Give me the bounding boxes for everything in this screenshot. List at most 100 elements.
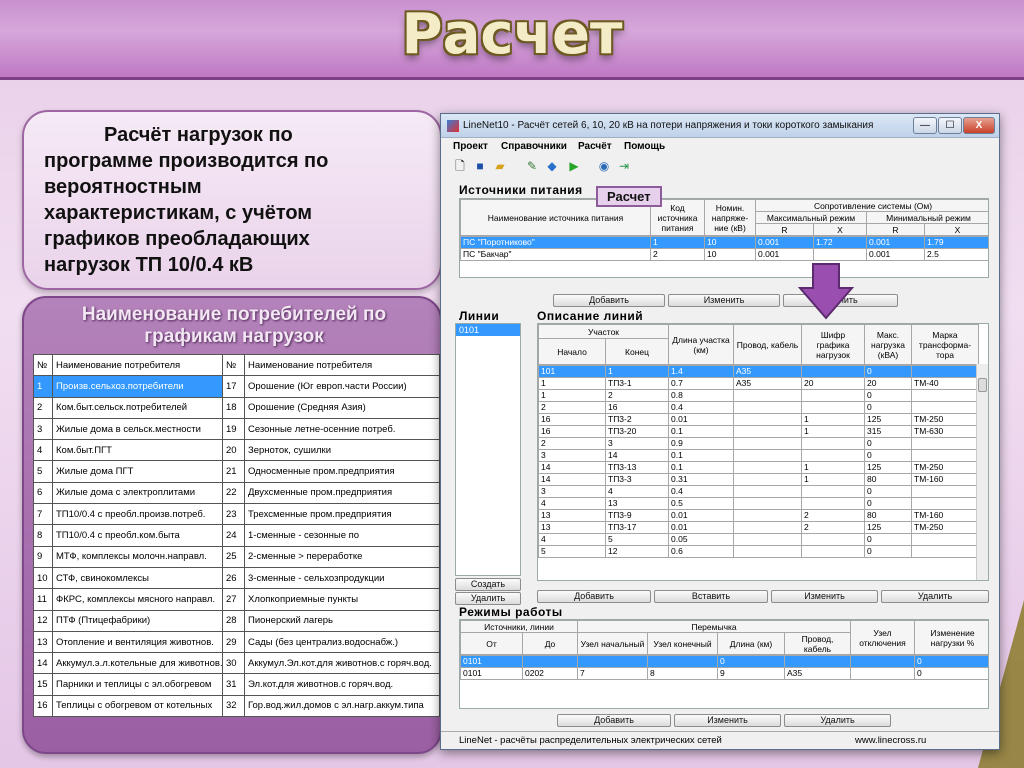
table-cell: 0 [864, 485, 912, 498]
table-cell: 13 [538, 521, 606, 534]
exit-icon[interactable]: ⇥ [617, 159, 631, 173]
table-cell: 22 [222, 481, 245, 505]
table-cell [801, 401, 865, 414]
table-row[interactable]: 4 Ком.быт.ПГТ 20 Зерноток, сушилки [33, 439, 440, 462]
table-row[interactable]: 5 Жилые дома ПГТ 21 Односменные пром.предпр… [33, 460, 440, 483]
new-file-icon[interactable]: 🗋 [453, 159, 467, 173]
col-length: Длина участка (км) [668, 324, 734, 365]
desc-insert-button[interactable]: Вставить [654, 590, 768, 603]
modes-edit-button[interactable]: Изменить [674, 714, 781, 727]
line-description-scrollbar[interactable] [976, 364, 988, 580]
menu-references[interactable]: Справочники [501, 141, 567, 152]
modes-add-button[interactable]: Добавить [557, 714, 671, 727]
table-row[interactable]: 14 Аккумул.э.л.котельные для животнов. 30 А… [33, 652, 440, 675]
table-row[interactable]: 13 ТП3-9 0.01 2 80 ТМ-160 [538, 509, 979, 522]
table-row[interactable]: 1 ТП3-1 0.7 А35 20 20 ТМ-40 [538, 377, 979, 390]
table-row[interactable]: 16 ТП3-2 0.01 1 125 ТМ-250 [538, 413, 979, 426]
window-title: LineNet10 - Расчёт сетей 6, 10, 20 кВ на… [463, 120, 874, 131]
table-cell [801, 497, 865, 510]
table-cell: 8 [647, 667, 718, 680]
toolbar: 🗋 ■ ▰ ✎ ◆ ▶ ◉ ⇥ [441, 158, 999, 176]
table-row[interactable]: 14 ТП3-13 0.1 1 125 ТМ-250 [538, 461, 979, 474]
table-row[interactable]: 2 3 0.9 0 [538, 437, 979, 450]
save-icon[interactable]: ■ [473, 159, 487, 173]
table-row[interactable]: 1 Произв.сельхоз.потребители 17 Орошение (Ю… [33, 375, 440, 398]
table-row[interactable]: 4 13 0.5 0 [538, 497, 979, 510]
table-cell [522, 655, 578, 668]
col-jumper: Перемычка [577, 620, 851, 633]
table-row[interactable]: ПС "Бакчар" 2 10 0.001 0.001 2.5 [460, 248, 988, 261]
table-cell: 0 [864, 449, 912, 462]
table-cell [733, 437, 802, 450]
status-text: LineNet - расчёты распределительных элек… [459, 735, 722, 746]
table-row[interactable]: 3 Жилые дома в сельск.местности 19 Сезонные… [33, 417, 440, 441]
table-cell: 125 [864, 521, 912, 534]
table-row[interactable]: 13 Отопление и вентиляция животнов. 29 Сады… [33, 630, 440, 654]
table-row[interactable]: 15 Парники и теплицы с эл.обогревом 31 Эл.к… [33, 673, 440, 696]
table-row[interactable]: 1 2 0.8 0 [538, 389, 979, 402]
table-row[interactable]: 12 ПТФ (Птицефабрики) 28 Пионерский лагерь [33, 609, 440, 632]
table-row[interactable]: 2 Ком.быт.сельск.потребителей 18 Орошение (… [33, 396, 440, 419]
table-cell [733, 461, 802, 474]
col-max-load: Макс. нагрузка (кВА) [864, 324, 912, 365]
create-line-button[interactable]: Создать [455, 578, 521, 591]
table-cell: 0.01 [668, 521, 734, 534]
desc-delete-button[interactable]: Удалить [881, 590, 989, 603]
col-x: X [813, 223, 867, 236]
table-cell: 26 [222, 566, 245, 590]
table-cell: 1 [801, 461, 865, 474]
settings-icon[interactable]: ◉ [597, 159, 611, 173]
table-cell: 0202 [522, 667, 578, 680]
table-row[interactable]: 7 ТП10/0.4 с преобл.произв.потреб. 23 Трехс… [33, 503, 440, 526]
refresh-icon[interactable]: ◆ [545, 159, 559, 173]
sources-edit-button[interactable]: Изменить [668, 294, 780, 307]
desc-edit-button[interactable]: Изменить [771, 590, 878, 603]
modes-delete-button[interactable]: Удалить [784, 714, 891, 727]
table-row[interactable]: 6 Жилые дома с электроплитами 22 Двухсменны… [33, 481, 440, 505]
scrollbar-thumb[interactable] [978, 378, 987, 392]
table-row[interactable]: 13 ТП3-17 0.01 2 125 ТМ-250 [538, 521, 979, 534]
table-cell: ТМ-160 [911, 473, 979, 486]
lines-list: 0101 [455, 323, 521, 576]
table-cell [801, 449, 865, 462]
table-row[interactable]: ПС "Поротниково" 1 10 0.001 1.72 0.001 1.79 [460, 236, 988, 249]
table-row[interactable]: 0101 0 0 [460, 655, 988, 668]
table-cell: 0 [864, 437, 912, 450]
close-button[interactable]: X [963, 117, 995, 134]
desc-add-button[interactable]: Добавить [537, 590, 651, 603]
table-row[interactable]: 14 ТП3-3 0.31 1 80 ТМ-160 [538, 473, 979, 486]
table-cell: ТП3-17 [605, 521, 669, 534]
table-cell: 3 [605, 437, 669, 450]
table-row[interactable]: 3 14 0.1 0 [538, 449, 979, 462]
open-folder-icon[interactable]: ▰ [493, 159, 507, 173]
table-row[interactable]: 0101 0202 7 8 9 А35 0 [460, 667, 988, 680]
menu-calculation[interactable]: Расчёт [578, 141, 612, 152]
table-row[interactable]: 2 16 0.4 0 [538, 401, 979, 414]
menu-help[interactable]: Помощь [624, 141, 665, 152]
table-cell: Произв.сельхоз.потребители [52, 375, 223, 398]
table-row[interactable]: 3 4 0.4 0 [538, 485, 979, 498]
table-cell: ПС "Поротниково" [460, 236, 651, 249]
table-cell: 14 [605, 449, 669, 462]
minimize-button[interactable]: — [913, 117, 937, 134]
col-sources-lines: Источники, линии [460, 620, 578, 633]
maximize-button[interactable]: ☐ [938, 117, 962, 134]
list-item[interactable]: 0101 [456, 324, 520, 336]
table-row[interactable]: 8 ТП10/0.4 с преобл.ком.быта 24 1-сменные -… [33, 524, 440, 547]
status-url[interactable]: www.linecross.ru [855, 735, 926, 746]
table-cell: 17 [222, 375, 245, 398]
sources-add-button[interactable]: Добавить [553, 294, 665, 307]
menu-project[interactable]: Проект [453, 141, 488, 152]
table-row[interactable]: 16 Теплицы с обогревом от котельных 32 Гор.… [33, 694, 440, 718]
table-row[interactable]: 11 ФКРС, комплексы мясного направл. 27 Хлоп… [33, 588, 440, 611]
table-row[interactable]: 101 1 1.4 А35 0 [538, 365, 979, 378]
table-row[interactable]: 9 МТФ, комплексы молочн.направл. 25 2-сменн… [33, 545, 440, 568]
table-row[interactable]: 10 СТФ, свинокомлексы 26 3-сменные - сельхо… [33, 566, 440, 590]
delete-line-button[interactable]: Удалить [455, 592, 521, 605]
table-row[interactable]: 16 ТП3-20 0.1 1 315 ТМ-630 [538, 425, 979, 438]
table-cell: 14 [538, 461, 606, 474]
table-row[interactable]: 4 5 0.05 0 [538, 533, 979, 546]
table-row[interactable]: 5 12 0.6 0 [538, 545, 979, 558]
run-calculation-icon[interactable]: ▶ [567, 159, 581, 173]
edit-icon[interactable]: ✎ [525, 159, 539, 173]
